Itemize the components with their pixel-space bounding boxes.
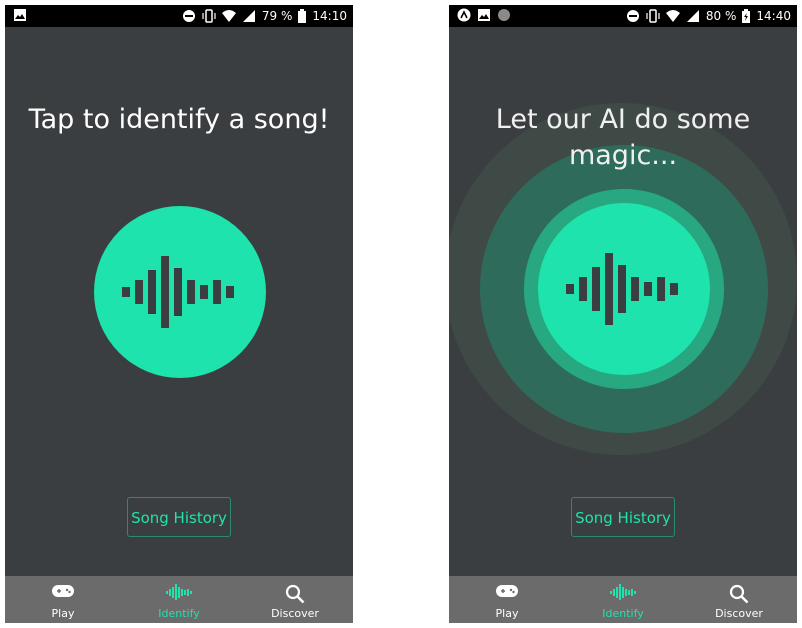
page-title: Tap to identify a song! <box>28 104 330 135</box>
nav-identify[interactable]: Identify <box>121 576 237 623</box>
nav-discover-label: Discover <box>271 607 319 620</box>
signal-icon <box>242 10 255 22</box>
nav-discover[interactable]: Discover <box>681 576 797 623</box>
bottom-navigation: Play Identify Discover <box>449 576 797 623</box>
status-bar: 80 % 14:40 <box>449 5 797 27</box>
gamepad-icon <box>52 585 74 597</box>
image-notification-icon <box>478 9 490 21</box>
sound-wave-icon <box>122 256 234 328</box>
page-title: Let our AI do some magic... <box>495 104 751 171</box>
do-not-disturb-icon <box>182 10 195 22</box>
nav-play[interactable]: Play <box>449 576 565 623</box>
gamepad-icon <box>496 585 518 597</box>
vibrate-icon <box>646 9 660 23</box>
search-icon <box>729 584 749 604</box>
status-bar: 79 % 14:10 <box>5 5 353 27</box>
battery-percent: 79 % <box>261 9 293 23</box>
app-notification-icon <box>457 8 471 22</box>
bottom-navigation: Play Identify Discover <box>5 576 353 623</box>
sound-wave-icon <box>610 584 636 600</box>
nav-discover-label: Discover <box>715 607 763 620</box>
battery-icon <box>298 9 307 23</box>
song-history-button[interactable]: Song History <box>571 497 675 537</box>
clock: 14:40 <box>756 9 791 23</box>
nav-identify-label: Identify <box>602 607 644 620</box>
nav-discover[interactable]: Discover <box>237 576 353 623</box>
nav-play-label: Play <box>495 607 519 620</box>
signal-icon <box>686 10 699 22</box>
sound-wave-icon <box>566 253 678 325</box>
battery-charging-icon <box>742 9 751 23</box>
wifi-icon <box>221 10 236 22</box>
sound-wave-icon <box>166 584 192 600</box>
identify-song-button[interactable] <box>94 206 266 378</box>
circle-notification-icon <box>498 9 510 21</box>
song-history-button[interactable]: Song History <box>127 497 231 537</box>
nav-identify[interactable]: Identify <box>565 576 681 623</box>
nav-play-label: Play <box>51 607 75 620</box>
search-icon <box>285 584 305 604</box>
nav-identify-label: Identify <box>158 607 200 620</box>
identify-song-button[interactable] <box>538 203 710 375</box>
vibrate-icon <box>202 9 216 23</box>
wifi-icon <box>665 10 680 22</box>
do-not-disturb-icon <box>626 10 639 22</box>
nav-play[interactable]: Play <box>5 576 121 623</box>
image-notification-icon <box>14 9 26 21</box>
phone-screen-idle: 79 % 14:10 Tap to identify a song! Song … <box>5 5 353 623</box>
clock: 14:10 <box>312 9 347 23</box>
battery-percent: 80 % <box>705 9 737 23</box>
phone-screen-listening: 80 % 14:40 Let our AI do some magic... S… <box>449 5 797 623</box>
